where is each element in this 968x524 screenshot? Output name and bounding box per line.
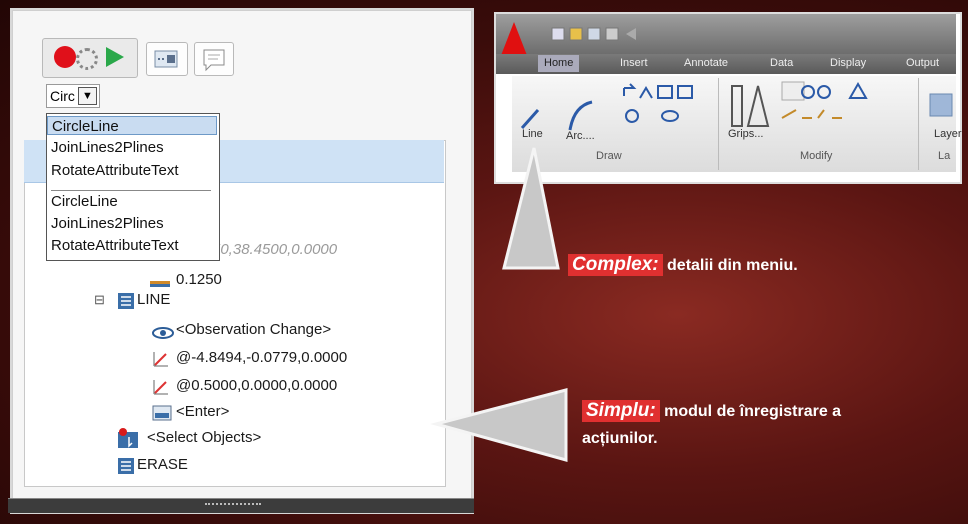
callout-simple-tag: Simplu: (582, 400, 660, 422)
callout-simple-text-2: acțiunilor. (582, 430, 658, 447)
callout-complex: Complex: detalii din meniu. (568, 254, 798, 276)
callout-simple: Simplu: modul de înregistrare a (582, 400, 841, 422)
callout-simple-2: acțiunilor. (582, 430, 658, 448)
callout-complex-tag: Complex: (568, 254, 663, 276)
callout-complex-text: detalii din meniu. (667, 257, 798, 274)
callout-simple-text-1: modul de înregistrare a (664, 403, 842, 420)
callout-pointers (430, 147, 568, 462)
